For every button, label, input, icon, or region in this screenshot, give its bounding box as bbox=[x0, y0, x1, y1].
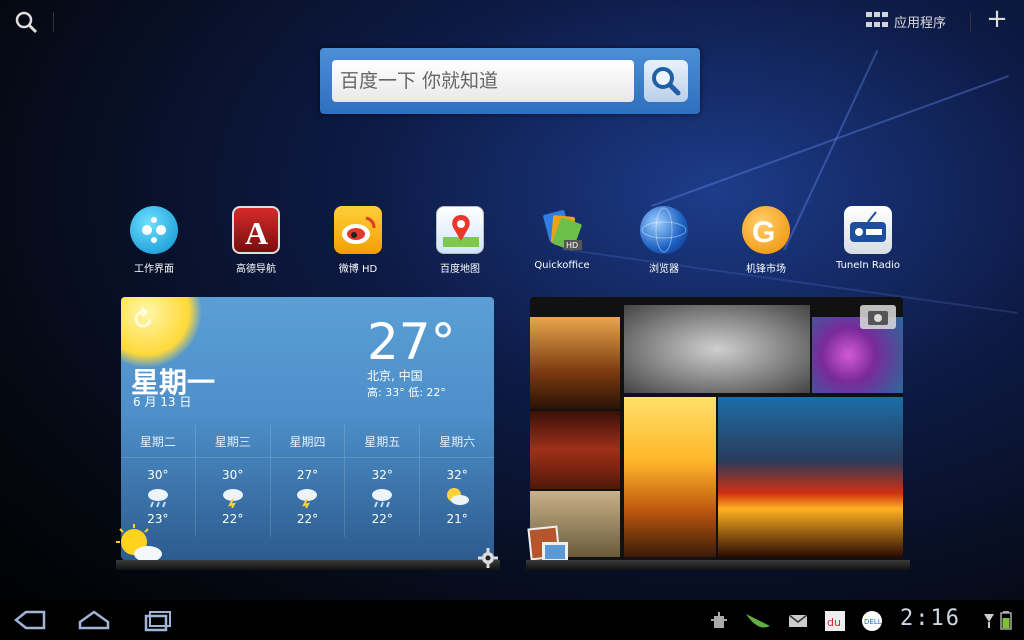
app-quickoffice[interactable]: HD Quickoffice bbox=[522, 206, 602, 271]
svg-text:du: du bbox=[827, 616, 841, 629]
forecast-low: 22° bbox=[222, 512, 244, 526]
app-weibo-hd[interactable]: 微博 HD bbox=[318, 206, 398, 275]
radio-icon bbox=[844, 206, 892, 254]
apps-grid-icon bbox=[866, 12, 888, 30]
apps-button[interactable]: 应用程序 bbox=[866, 10, 946, 32]
search-icon bbox=[652, 67, 681, 96]
app-gfan-market[interactable]: G 机锋市场 bbox=[726, 206, 806, 275]
forecast-high: 27° bbox=[296, 468, 319, 482]
baidu-icon[interactable]: du bbox=[824, 610, 846, 631]
android-debug-icon[interactable] bbox=[708, 610, 730, 630]
app-gaode-navigation[interactable]: A 高德导航 bbox=[216, 206, 296, 275]
app-tunein-radio[interactable]: TuneIn Radio bbox=[828, 206, 908, 271]
sunny-cloud-icon bbox=[114, 524, 164, 564]
app-label: 浏览器 bbox=[649, 264, 679, 275]
app-label: TuneIn Radio bbox=[836, 260, 900, 271]
location: 北京, 中国 bbox=[367, 369, 423, 383]
quickoffice-icon: HD bbox=[538, 206, 586, 254]
forecast-day: 星期六 32° 21° bbox=[420, 425, 494, 537]
gfan-market-icon: G bbox=[742, 206, 790, 254]
cloud-rain-icon bbox=[368, 486, 396, 508]
forecast-weekday: 星期三 bbox=[195, 425, 270, 458]
forecast-row: 星期二 30° 23° 星期三 30° 22° 星期四 27° 22° 星期五 … bbox=[121, 425, 494, 537]
partly-cloudy-icon bbox=[443, 486, 471, 508]
baidu-search-input[interactable]: 百度一下 你就知道 bbox=[332, 60, 634, 102]
forecast-low: 21° bbox=[446, 512, 468, 526]
photo-silhouette[interactable] bbox=[624, 397, 716, 557]
forecast-high: 32° bbox=[371, 468, 393, 482]
forecast-weekday: 星期四 bbox=[270, 425, 345, 458]
signal-icon bbox=[982, 610, 996, 630]
mail-icon[interactable] bbox=[788, 610, 808, 630]
search-icon[interactable] bbox=[14, 10, 38, 34]
divider bbox=[970, 12, 971, 32]
app-baidu-map[interactable]: 百度地图 bbox=[420, 206, 500, 275]
app-work-interface[interactable]: 工作界面 bbox=[114, 206, 194, 275]
app-label: 百度地图 bbox=[440, 264, 480, 275]
photo-gallery-widget[interactable] bbox=[530, 297, 903, 560]
forecast-high: 30° bbox=[222, 468, 244, 482]
app-browser[interactable]: 浏览器 bbox=[624, 206, 704, 275]
high-low: 高: 33° 低: 22° bbox=[367, 386, 446, 399]
date: 6 月 13 日 bbox=[133, 395, 192, 409]
wallpaper-line bbox=[651, 75, 1009, 207]
forecast-day: 星期四 27° 22° bbox=[270, 425, 346, 537]
baidu-map-icon bbox=[436, 206, 484, 254]
back-icon[interactable] bbox=[13, 608, 46, 632]
widget-shelf bbox=[526, 560, 910, 570]
camera-icon[interactable] bbox=[860, 305, 896, 329]
current-temperature: 27° bbox=[367, 313, 456, 371]
app-label: Quickoffice bbox=[534, 260, 590, 271]
weather-widget[interactable]: 星期一 6 月 13 日 27° 北京, 中国 高: 33° 低: 22° 星期… bbox=[121, 297, 494, 560]
pea-pod-icon[interactable] bbox=[744, 610, 772, 630]
svg-text:G: G bbox=[752, 216, 775, 249]
forecast-low: 22° bbox=[371, 512, 393, 526]
clock[interactable]: 2:16 bbox=[900, 606, 961, 631]
globe-icon bbox=[640, 206, 688, 254]
app-label: 机锋市场 bbox=[746, 264, 786, 275]
battery-icon bbox=[1000, 610, 1012, 630]
weibo-icon bbox=[334, 206, 382, 254]
forecast-day: 星期三 30° 22° bbox=[195, 425, 271, 537]
widget-shelf bbox=[116, 560, 500, 570]
photo-red-field[interactable] bbox=[530, 411, 620, 489]
photo-cat[interactable] bbox=[624, 305, 810, 393]
apps-label: 应用程序 bbox=[894, 15, 947, 31]
forecast-weekday: 星期五 bbox=[345, 425, 420, 458]
forecast-day: 星期二 30° 23° bbox=[121, 425, 196, 537]
divider bbox=[53, 12, 54, 32]
photo-stadium[interactable] bbox=[718, 397, 903, 557]
refresh-icon[interactable] bbox=[131, 307, 155, 331]
add-icon[interactable]: + bbox=[986, 6, 1008, 32]
home-icon[interactable] bbox=[78, 608, 110, 632]
dell-logo-icon[interactable]: DELL bbox=[860, 610, 884, 631]
forecast-day: 星期五 32° 22° bbox=[345, 425, 421, 537]
baidu-search-button[interactable] bbox=[644, 60, 688, 102]
svg-text:HD: HD bbox=[566, 241, 578, 250]
forecast-high: 32° bbox=[446, 468, 468, 482]
forecast-weekday: 星期六 bbox=[420, 425, 494, 458]
app-label: 工作界面 bbox=[134, 264, 174, 275]
svg-text:DELL: DELL bbox=[864, 618, 882, 626]
app-label: 高德导航 bbox=[236, 264, 276, 275]
work-interface-icon bbox=[130, 206, 178, 254]
app-label: 微博 HD bbox=[338, 264, 378, 275]
gear-icon[interactable] bbox=[478, 548, 498, 568]
thunderstorm-icon bbox=[219, 486, 247, 509]
forecast-low: 22° bbox=[296, 512, 319, 526]
forecast-weekday: 星期二 bbox=[121, 425, 195, 458]
recent-apps-icon[interactable] bbox=[142, 608, 174, 632]
svg-text:A: A bbox=[245, 215, 268, 251]
cloud-rain-icon bbox=[144, 486, 172, 508]
baidu-search-widget: 百度一下 你就知道 bbox=[320, 48, 700, 114]
thunderstorm-icon bbox=[293, 486, 321, 509]
photo-sunset-grass[interactable] bbox=[530, 317, 620, 409]
gaode-navigation-icon: A bbox=[232, 206, 280, 254]
forecast-high: 30° bbox=[147, 468, 169, 482]
